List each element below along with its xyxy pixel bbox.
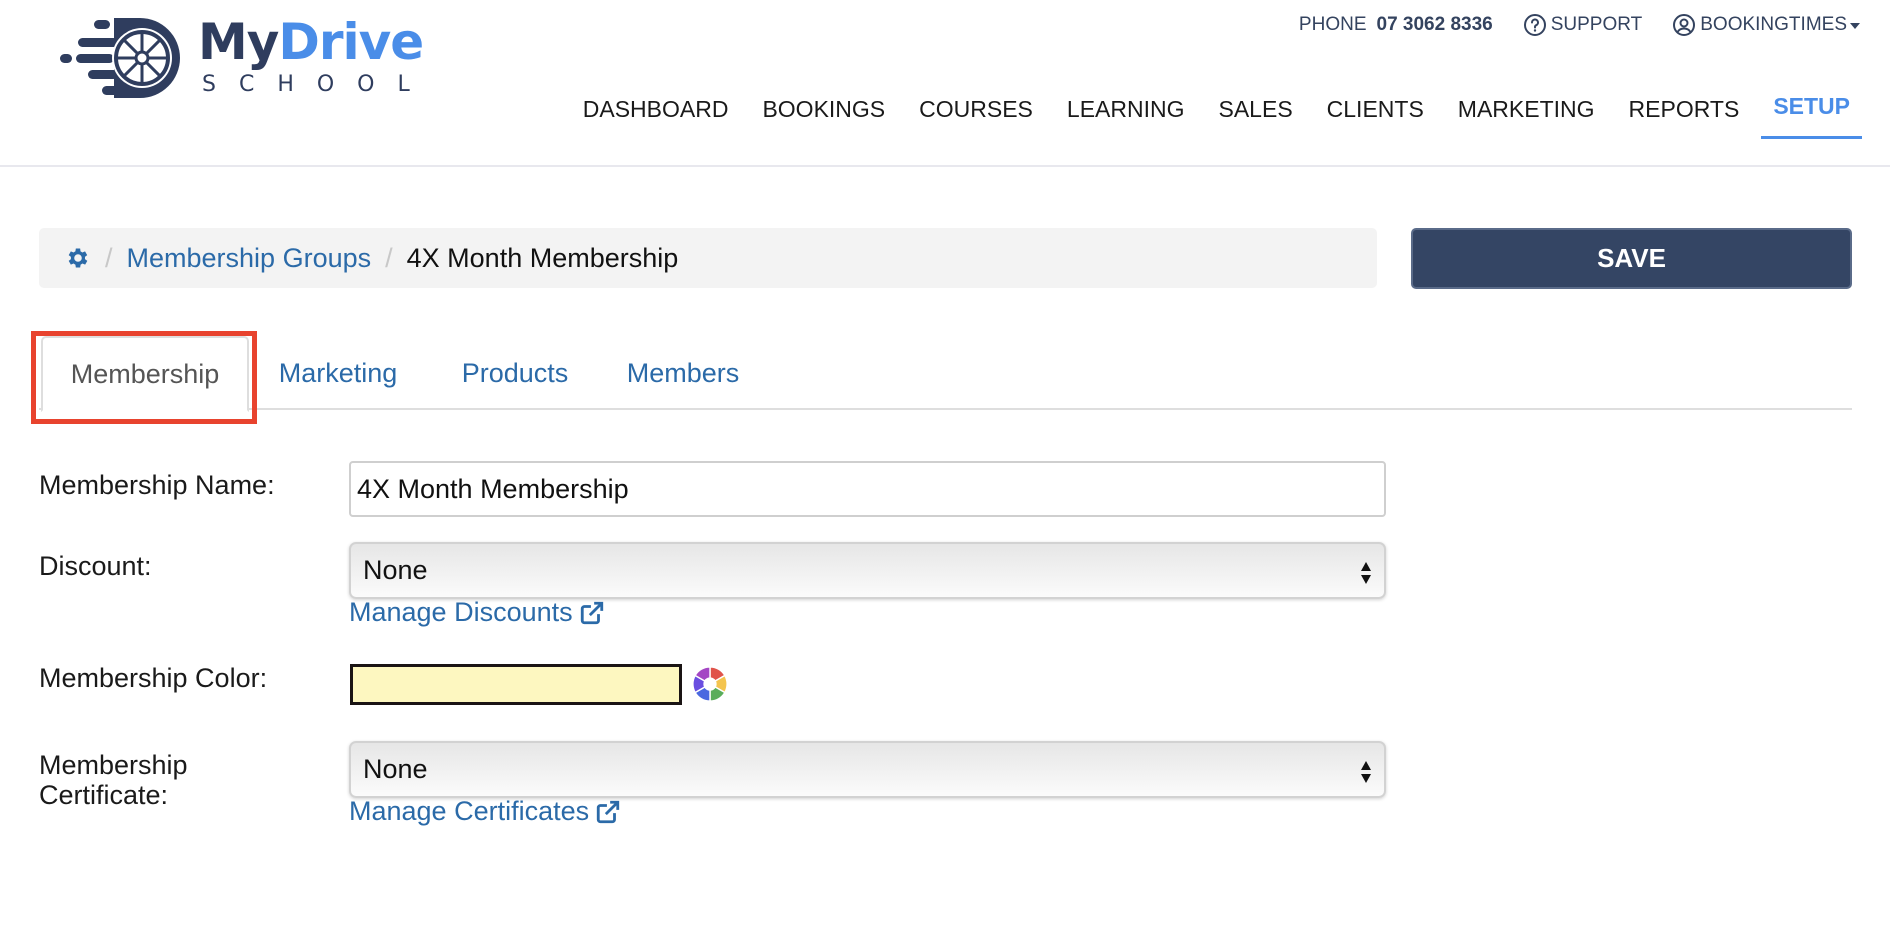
breadcrumb-membership-groups[interactable]: Membership Groups (127, 243, 372, 274)
nav-bookings[interactable]: BOOKINGS (762, 90, 885, 140)
nav-dashboard[interactable]: DASHBOARD (583, 90, 729, 140)
certificate-selected-value: None (363, 754, 428, 784)
external-link-icon (580, 601, 603, 624)
top-utility-bar: PHONE 07 3062 8336 SUPPORT BOOKINGTIMES (1269, 12, 1860, 38)
tab-members[interactable]: Members (625, 336, 741, 410)
nav-learning[interactable]: LEARNING (1067, 90, 1185, 140)
app-header: MyDrive SCHOOL PHONE 07 3062 8336 SUPPOR… (0, 0, 1890, 167)
account-menu[interactable]: BOOKINGTIMES (1672, 13, 1860, 37)
user-circle-icon (1673, 14, 1696, 36)
manage-certificates-label: Manage Certificates (349, 796, 590, 826)
phone-info: PHONE 07 3062 8336 (1299, 14, 1493, 36)
membership-certificate-label: Membership Certificate: (39, 750, 188, 810)
tab-membership[interactable]: Membership (41, 336, 249, 412)
discount-selected-value: None (363, 555, 428, 585)
discount-select[interactable]: None (349, 542, 1386, 599)
support-label: SUPPORT (1550, 14, 1643, 35)
caret-down-icon (1850, 23, 1860, 29)
brand-name-part2: Drive (278, 12, 424, 71)
nav-courses[interactable]: COURSES (919, 90, 1033, 140)
breadcrumb-separator: / (385, 242, 393, 273)
phone-number[interactable]: 07 3062 8336 (1377, 14, 1493, 36)
certificate-select[interactable]: None (349, 741, 1386, 798)
manage-certificates-link[interactable]: Manage Certificates (349, 796, 621, 827)
save-button[interactable]: SAVE (1411, 228, 1852, 289)
brand-subtitle: SCHOOL (202, 71, 433, 97)
tab-marketing[interactable]: Marketing (276, 336, 400, 410)
certificate-label-line1: Membership (39, 750, 188, 780)
nav-marketing[interactable]: MARKETING (1458, 90, 1595, 140)
select-arrows-icon (1361, 562, 1371, 584)
breadcrumb-current: 4X Month Membership (406, 242, 679, 273)
support-link[interactable]: SUPPORT (1523, 13, 1643, 37)
membership-name-input[interactable]: 4X Month Membership (349, 461, 1386, 517)
brand-name: MyDrive (198, 16, 433, 68)
color-wheel-icon[interactable] (691, 665, 729, 703)
nav-sales[interactable]: SALES (1219, 90, 1293, 140)
gear-icon[interactable] (65, 245, 91, 271)
manage-discounts-link[interactable]: Manage Discounts (349, 597, 605, 628)
manage-discounts-label: Manage Discounts (349, 597, 573, 627)
certificate-label-line2: Certificate: (39, 780, 169, 810)
brand-name-part1: My (198, 12, 279, 71)
discount-label: Discount: (39, 551, 152, 581)
tab-products[interactable]: Products (458, 336, 572, 410)
external-link-icon (596, 800, 620, 823)
question-circle-icon (1523, 14, 1546, 36)
main-nav: DASHBOARD BOOKINGS COURSES LEARNING SALE… (549, 90, 1862, 140)
nav-reports[interactable]: REPORTS (1629, 90, 1740, 140)
membership-color-label: Membership Color: (39, 663, 268, 693)
breadcrumb-separator: / (105, 242, 113, 273)
account-label: BOOKINGTIMES (1700, 14, 1847, 35)
speeding-wheel-logo-icon (60, 18, 180, 98)
tab-bar: Membership Marketing Products Members (39, 336, 1852, 412)
nav-setup[interactable]: SETUP (1761, 90, 1862, 139)
phone-label: PHONE (1298, 14, 1367, 35)
brand-logo[interactable]: MyDrive SCHOOL (58, 14, 438, 98)
breadcrumb: / Membership Groups / 4X Month Membershi… (39, 228, 1377, 288)
select-arrows-icon (1361, 761, 1371, 783)
nav-clients[interactable]: CLIENTS (1327, 90, 1424, 140)
membership-color-field[interactable] (350, 664, 682, 705)
membership-name-label: Membership Name: (39, 470, 275, 500)
